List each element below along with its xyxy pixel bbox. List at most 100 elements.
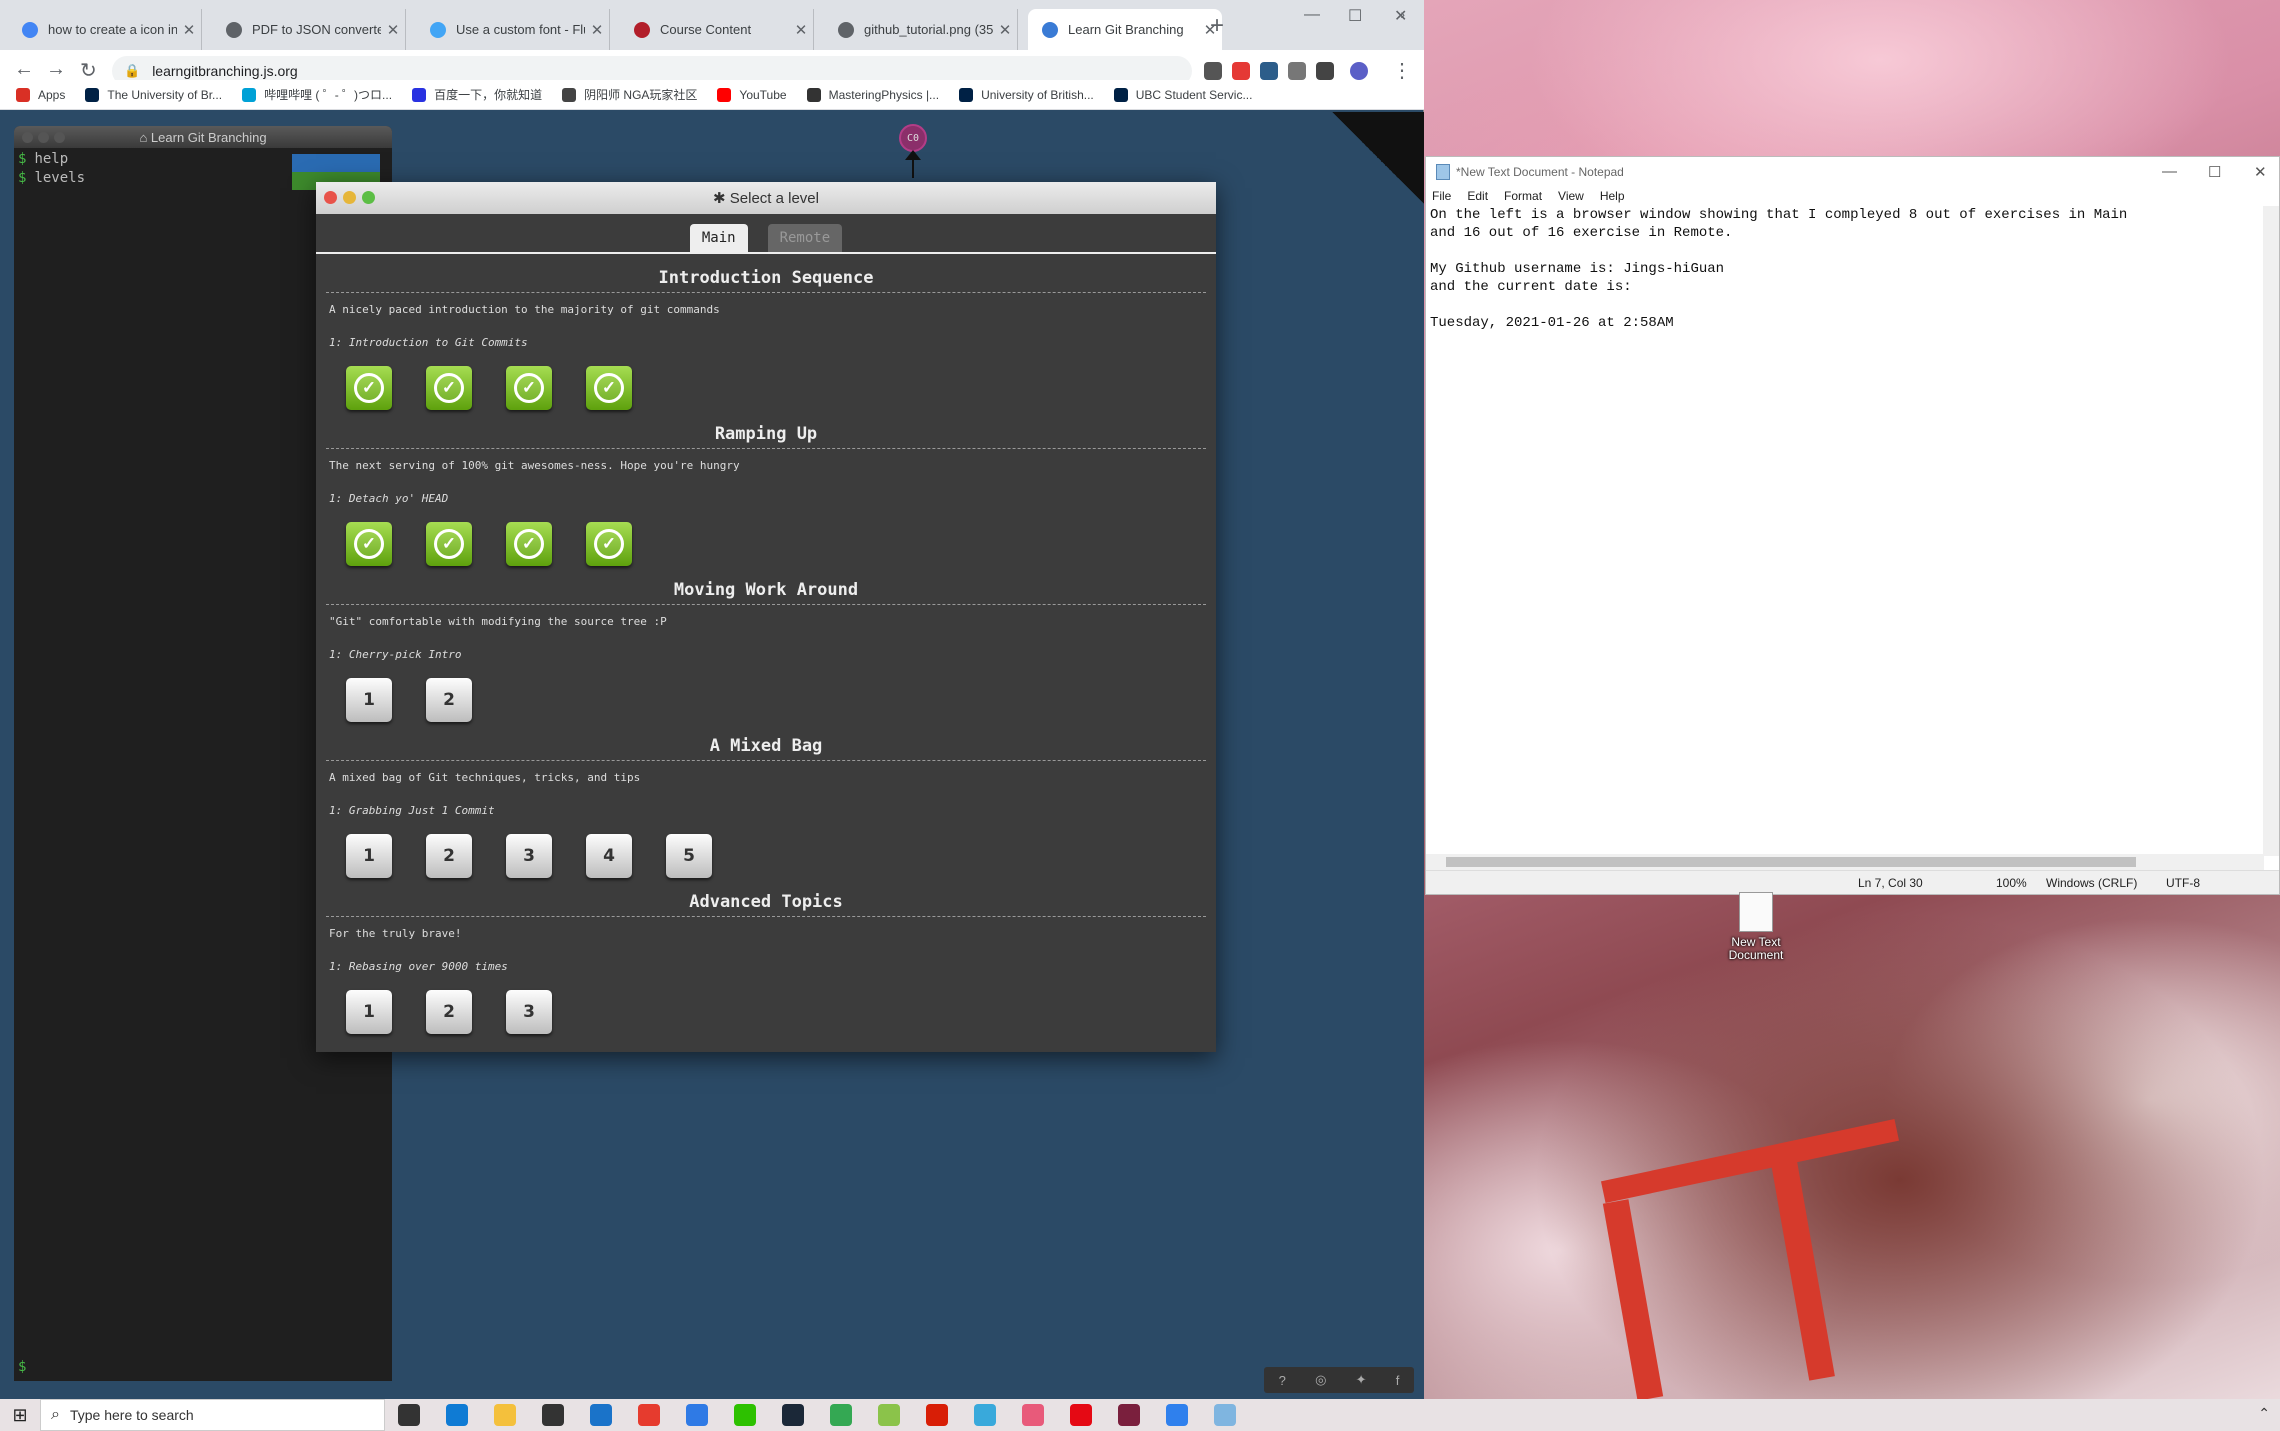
taskbar-search[interactable]: ⌕ Type here to search — [40, 1399, 385, 1431]
tab-close-icon[interactable]: ✕ — [381, 21, 405, 39]
level-completed-button[interactable]: ✓ — [506, 522, 552, 566]
menu-item-edit[interactable]: Edit — [1467, 189, 1488, 203]
bookmark-item[interactable]: YouTube — [717, 87, 787, 102]
menu-item-help[interactable]: Help — [1600, 189, 1625, 203]
dialog-minimize-icon[interactable] — [343, 191, 356, 204]
file-explorer-taskbar-icon[interactable] — [494, 1404, 516, 1426]
level-completed-button[interactable]: ✓ — [506, 366, 552, 410]
level-completed-button[interactable]: ✓ — [426, 522, 472, 566]
app-pink-taskbar-icon[interactable] — [1022, 1404, 1044, 1426]
level-button[interactable]: 2 — [426, 834, 472, 878]
app-game-taskbar-icon[interactable] — [1118, 1404, 1140, 1426]
menu-item-view[interactable]: View — [1558, 189, 1584, 203]
mail-taskbar-icon[interactable] — [590, 1404, 612, 1426]
bookmark-item[interactable]: UBC Student Servic... — [1113, 87, 1252, 102]
bookmark-item[interactable]: Apps — [16, 87, 65, 102]
extension-icon[interactable] — [1232, 62, 1250, 80]
github-corner-ribbon[interactable] — [1332, 112, 1424, 204]
level-completed-button[interactable]: ✓ — [426, 366, 472, 410]
bookmark-item[interactable]: 哔哩哔哩 ( ゜- ゜)つロ... — [242, 86, 392, 103]
new-tab-button[interactable]: + — [1210, 12, 1224, 40]
url-text: learngitbranching.js.org — [152, 63, 298, 79]
tab-close-icon[interactable]: ✕ — [993, 21, 1017, 39]
windows-start-icon[interactable]: ⊞ — [0, 1399, 40, 1431]
level-button[interactable]: 1 — [346, 834, 392, 878]
level-completed-button[interactable]: ✓ — [346, 366, 392, 410]
terminal-prompt[interactable]: $ — [18, 1359, 26, 1375]
extension-icon[interactable] — [1260, 62, 1278, 80]
maximize-button[interactable]: ☐ — [1348, 6, 1362, 26]
tab-remote[interactable]: Remote — [767, 224, 843, 252]
tab-close-icon[interactable]: ✕ — [177, 21, 201, 39]
terminal-zoom-icon[interactable] — [54, 132, 65, 143]
globe-icon[interactable]: ◎ — [1315, 1372, 1326, 1388]
level-button[interactable]: 1 — [346, 990, 392, 1034]
app-blue-taskbar-icon[interactable] — [686, 1404, 708, 1426]
profile-avatar[interactable] — [1350, 62, 1368, 80]
extension-icon[interactable] — [1288, 62, 1306, 80]
terminal-minimize-icon[interactable] — [38, 132, 49, 143]
app-red2-taskbar-icon[interactable] — [926, 1404, 948, 1426]
task-view-taskbar-icon[interactable] — [398, 1404, 420, 1426]
horizontal-scrollbar[interactable] — [1426, 854, 2264, 870]
bookmark-item[interactable]: University of British... — [959, 87, 1094, 102]
minimize-button[interactable]: — — [1304, 6, 1320, 24]
app-notepad-taskbar-icon[interactable] — [1214, 1404, 1236, 1426]
scrollbar-thumb[interactable] — [1446, 857, 2136, 867]
tab-close-icon[interactable]: ✕ — [585, 21, 609, 39]
app-vscode-taskbar-icon[interactable] — [1166, 1404, 1188, 1426]
level-button[interactable]: 2 — [426, 990, 472, 1034]
browser-tab[interactable]: how to create a icon in flu✕ — [8, 9, 202, 50]
back-icon[interactable]: ← — [14, 58, 34, 81]
tab-main[interactable]: Main — [689, 224, 748, 252]
browser-tab[interactable]: github_tutorial.png (3584✕ — [824, 9, 1018, 50]
browser-tab[interactable]: Course Content ✕ — [620, 9, 814, 50]
extension-icon[interactable] — [1204, 62, 1222, 80]
level-button[interactable]: 3 — [506, 990, 552, 1034]
tab-close-icon[interactable]: ✕ — [789, 21, 813, 39]
level-button[interactable]: 2 — [426, 678, 472, 722]
twitter-icon[interactable]: ✦ — [1356, 1372, 1367, 1388]
menu-item-format[interactable]: Format — [1504, 189, 1542, 203]
netflix-taskbar-icon[interactable] — [1070, 1404, 1092, 1426]
help-icon[interactable]: ? — [1279, 1373, 1286, 1388]
menu-item-file[interactable]: File — [1432, 189, 1451, 203]
bookmarks-more-icon[interactable]: » — [1397, 6, 1405, 22]
bookmark-item[interactable]: 阴阳师 NGA玩家社区 — [562, 86, 697, 103]
browser-tab[interactable]: Learn Git Branching ✕ — [1028, 9, 1222, 50]
dialog-close-icon[interactable] — [324, 191, 337, 204]
app-cyan-taskbar-icon[interactable] — [974, 1404, 996, 1426]
level-button[interactable]: 1 — [346, 678, 392, 722]
show-hidden-icons[interactable]: ⌃ — [2258, 1405, 2270, 1422]
bookmark-item[interactable]: 百度一下，你就知道 — [412, 86, 542, 103]
level-completed-button[interactable]: ✓ — [586, 522, 632, 566]
facebook-icon[interactable]: f — [1396, 1373, 1400, 1388]
close-window-button[interactable]: ✕ — [2254, 163, 2267, 181]
steam-taskbar-icon[interactable] — [782, 1404, 804, 1426]
chrome-taskbar-icon[interactable] — [830, 1404, 852, 1426]
level-button[interactable]: 4 — [586, 834, 632, 878]
minimize-button[interactable]: — — [2162, 163, 2177, 180]
puzzle-icon[interactable] — [1316, 62, 1334, 80]
forward-icon[interactable]: → — [46, 58, 66, 81]
wechat-taskbar-icon[interactable] — [734, 1404, 756, 1426]
dialog-zoom-icon[interactable] — [362, 191, 375, 204]
notepad-text-area[interactable]: On the left is a browser window showing … — [1428, 206, 2248, 896]
bookmark-item[interactable]: MasteringPhysics |... — [806, 87, 939, 102]
commit-node[interactable]: C0 — [899, 124, 927, 152]
level-button[interactable]: 5 — [666, 834, 712, 878]
desktop-file-icon[interactable]: New Text Document — [1722, 892, 1790, 962]
level-completed-button[interactable]: ✓ — [346, 522, 392, 566]
app-red-taskbar-icon[interactable] — [638, 1404, 660, 1426]
edge-taskbar-icon[interactable] — [446, 1404, 468, 1426]
browser-tab[interactable]: Use a custom font - Flutt ✕ — [416, 9, 610, 50]
maximize-button[interactable]: ☐ — [2208, 163, 2221, 181]
level-completed-button[interactable]: ✓ — [586, 366, 632, 410]
vertical-scrollbar[interactable] — [2263, 206, 2279, 856]
browser-tab[interactable]: PDF to JSON converter -✕ — [212, 9, 406, 50]
app-green-taskbar-icon[interactable] — [878, 1404, 900, 1426]
bookmark-item[interactable]: The University of Br... — [85, 87, 222, 102]
store-taskbar-icon[interactable] — [542, 1404, 564, 1426]
level-button[interactable]: 3 — [506, 834, 552, 878]
terminal-close-icon[interactable] — [22, 132, 33, 143]
